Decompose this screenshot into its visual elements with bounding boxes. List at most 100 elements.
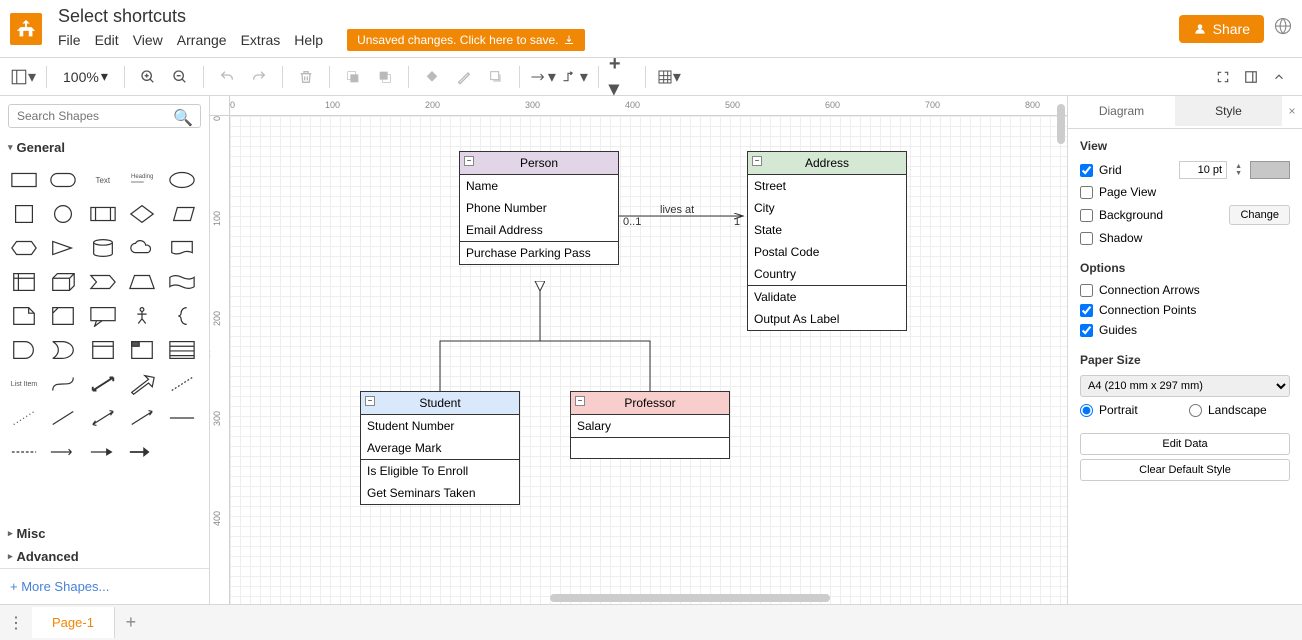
shape-hline-arrow[interactable] <box>87 437 119 467</box>
conn-points-checkbox[interactable]: Connection Points <box>1080 303 1290 317</box>
entity-op[interactable]: Output As Label <box>748 308 906 330</box>
shape-bidir-line[interactable] <box>87 403 119 433</box>
vertical-scrollbar[interactable] <box>1057 104 1065 144</box>
stepper-down-icon[interactable]: ▼ <box>1235 170 1242 177</box>
portrait-radio[interactable]: Portrait <box>1080 403 1181 417</box>
add-page-button[interactable]: + <box>115 612 147 633</box>
canvas-area[interactable]: 0100200300400500600700800 0100200300400 … <box>210 96 1067 604</box>
shape-dir-line[interactable] <box>126 403 158 433</box>
shape-diamond[interactable] <box>126 199 158 229</box>
entity-attr[interactable]: Salary <box>571 415 729 437</box>
close-panel-icon[interactable]: × <box>1282 96 1302 128</box>
grid-size-input[interactable] <box>1179 161 1227 179</box>
entity-op[interactable]: Get Seminars Taken <box>361 482 519 504</box>
edge-mult-left[interactable]: 0..1 <box>623 216 641 228</box>
menu-view[interactable]: View <box>133 32 163 48</box>
collapse-icon[interactable]: − <box>365 396 375 406</box>
collapse-icon[interactable]: − <box>752 156 762 166</box>
shape-tape[interactable] <box>166 267 198 297</box>
edge-label-lives-at[interactable]: lives at <box>660 204 694 216</box>
fullscreen-button[interactable] <box>1210 64 1236 90</box>
shape-hexagon[interactable] <box>8 233 40 263</box>
zoom-in-button[interactable] <box>135 64 161 90</box>
shape-hline-arrow-open[interactable] <box>47 437 79 467</box>
shape-triangle[interactable] <box>47 233 79 263</box>
menu-extras[interactable]: Extras <box>241 32 281 48</box>
shape-and[interactable] <box>8 335 40 365</box>
to-back-button[interactable] <box>372 64 398 90</box>
shape-hline-thin[interactable] <box>166 403 198 433</box>
entity-attr[interactable]: Postal Code <box>748 241 906 263</box>
grid-checkbox[interactable]: Grid <box>1080 163 1171 177</box>
shape-square[interactable] <box>8 199 40 229</box>
document-title[interactable]: Select shortcuts <box>58 6 1179 27</box>
edge-mult-right[interactable]: 1 <box>734 216 740 228</box>
collapse-button[interactable] <box>1266 64 1292 90</box>
shape-callout[interactable] <box>87 301 119 331</box>
shape-hline-dash[interactable] <box>8 437 40 467</box>
entity-address[interactable]: −Address Street City State Postal Code C… <box>747 151 907 331</box>
shadow-button[interactable] <box>483 64 509 90</box>
shape-step[interactable] <box>87 267 119 297</box>
entity-op[interactable]: Validate <box>748 286 906 308</box>
entity-op[interactable]: Purchase Parking Pass <box>460 242 618 264</box>
shape-list-item[interactable]: List Item <box>8 369 40 399</box>
menu-arrange[interactable]: Arrange <box>177 32 227 48</box>
connection-button[interactable]: ▾ <box>530 64 556 90</box>
shape-trapezoid[interactable] <box>126 267 158 297</box>
menu-file[interactable]: File <box>58 32 81 48</box>
app-logo[interactable] <box>10 13 42 45</box>
shapes-group-misc[interactable]: Misc <box>0 522 209 545</box>
tab-style[interactable]: Style <box>1175 96 1282 128</box>
horizontal-scrollbar[interactable] <box>550 594 830 602</box>
landscape-radio[interactable]: Landscape <box>1189 403 1290 417</box>
shape-parallelogram[interactable] <box>166 199 198 229</box>
language-icon[interactable] <box>1274 17 1292 40</box>
shape-card[interactable] <box>47 301 79 331</box>
fill-color-button[interactable] <box>419 64 445 90</box>
tab-diagram[interactable]: Diagram <box>1068 96 1175 128</box>
undo-button[interactable] <box>214 64 240 90</box>
shape-rect[interactable] <box>8 165 40 195</box>
entity-op[interactable]: Is Eligible To Enroll <box>361 460 519 482</box>
entity-op[interactable] <box>571 438 729 458</box>
search-shapes-input[interactable] <box>8 104 201 128</box>
conn-arrows-checkbox[interactable]: Connection Arrows <box>1080 283 1290 297</box>
menu-edit[interactable]: Edit <box>95 32 119 48</box>
shape-text[interactable]: Text <box>87 165 119 195</box>
paper-size-select[interactable]: A4 (210 mm x 297 mm) <box>1080 375 1290 397</box>
entity-attr[interactable]: Average Mark <box>361 437 519 459</box>
table-button[interactable]: ▾ <box>656 64 682 90</box>
stepper-up-icon[interactable]: ▲ <box>1235 163 1242 170</box>
view-mode-button[interactable]: ▾ <box>10 64 36 90</box>
shape-document[interactable] <box>166 233 198 263</box>
more-shapes-button[interactable]: + More Shapes... <box>0 568 209 604</box>
delete-button[interactable] <box>293 64 319 90</box>
panel-splitter[interactable]: ⋮ <box>210 350 214 380</box>
collapse-icon[interactable]: − <box>464 156 474 166</box>
shape-cloud[interactable] <box>126 233 158 263</box>
line-color-button[interactable] <box>451 64 477 90</box>
shape-hline-thick-arrow[interactable] <box>126 437 158 467</box>
background-checkbox[interactable]: Background <box>1080 208 1221 222</box>
zoom-level[interactable]: 100% ▾ <box>57 68 114 85</box>
to-front-button[interactable] <box>340 64 366 90</box>
entity-attr[interactable]: Name <box>460 175 618 197</box>
shape-process[interactable] <box>87 199 119 229</box>
shape-cube[interactable] <box>47 267 79 297</box>
entity-person[interactable]: −Person Name Phone Number Email Address … <box>459 151 619 265</box>
shape-cylinder[interactable] <box>87 233 119 263</box>
entity-attr[interactable]: Country <box>748 263 906 285</box>
shape-curly[interactable] <box>166 301 198 331</box>
shadow-checkbox[interactable]: Shadow <box>1080 231 1290 245</box>
format-panel-button[interactable] <box>1238 64 1264 90</box>
share-button[interactable]: Share <box>1179 15 1264 43</box>
shape-line[interactable] <box>47 403 79 433</box>
shape-actor[interactable] <box>126 301 158 331</box>
shapes-group-advanced[interactable]: Advanced <box>0 545 209 568</box>
edit-data-button[interactable]: Edit Data <box>1080 433 1290 455</box>
entity-attr[interactable]: Student Number <box>361 415 519 437</box>
shape-list[interactable] <box>166 335 198 365</box>
shape-datastore[interactable] <box>87 335 119 365</box>
shape-arrow[interactable] <box>126 369 158 399</box>
